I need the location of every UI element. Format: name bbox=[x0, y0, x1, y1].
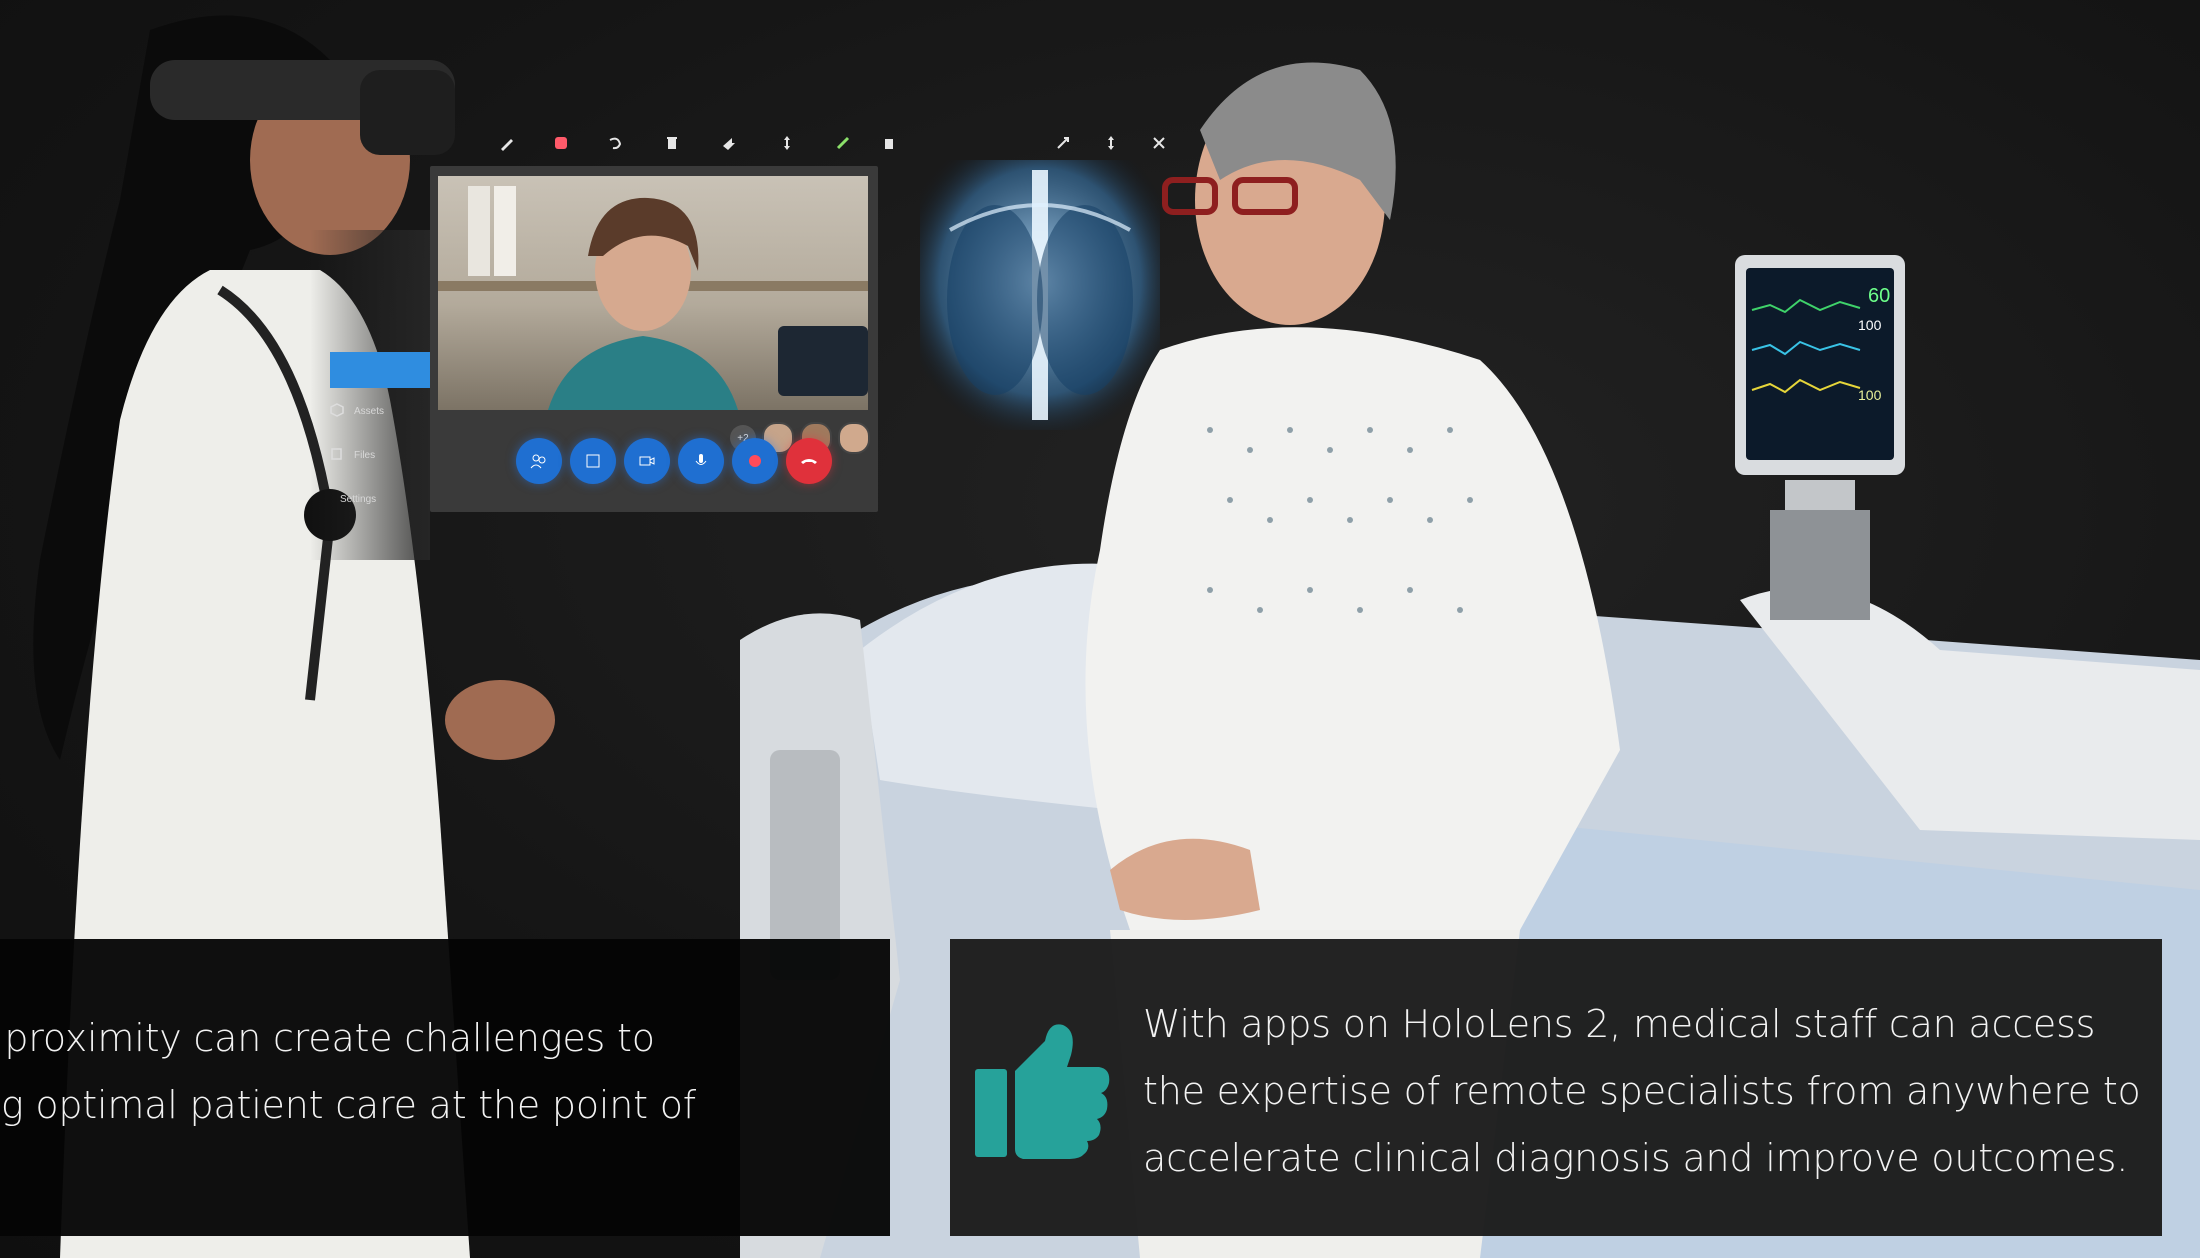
files-icon bbox=[330, 447, 344, 464]
microphone-icon[interactable] bbox=[678, 438, 724, 484]
record-icon[interactable] bbox=[544, 126, 578, 160]
close-icon[interactable] bbox=[1142, 126, 1176, 160]
cube-icon bbox=[330, 402, 344, 420]
caption-panel-right: With apps on HoloLens 2, medical staff c… bbox=[950, 939, 2162, 1236]
caption-panel-left: ical proximity can create challenges to … bbox=[0, 939, 890, 1236]
avatar[interactable] bbox=[838, 422, 870, 454]
caption-left-text: ical proximity can create challenges to … bbox=[0, 1016, 696, 1127]
sidebar-item-settings[interactable]: Settings bbox=[330, 486, 440, 512]
holo-sidebar: Assets Files Settings bbox=[310, 230, 442, 560]
monitor-reading-spo2: 100 bbox=[1858, 317, 1882, 333]
pin-icon[interactable] bbox=[826, 126, 860, 160]
move-icon[interactable] bbox=[1094, 126, 1128, 160]
sidebar-active-indicator bbox=[330, 352, 442, 388]
end-call-icon[interactable] bbox=[786, 438, 832, 484]
arrow-icon[interactable] bbox=[712, 126, 746, 160]
sidebar-item-label: Assets bbox=[354, 405, 385, 417]
undo-icon[interactable] bbox=[598, 126, 632, 160]
sidebar-item-label: Files bbox=[354, 449, 376, 461]
holographic-call-window: Assets Files Settings +2 bbox=[310, 120, 1190, 560]
sidebar-item-files[interactable]: Files bbox=[330, 442, 440, 468]
expand-icon[interactable] bbox=[1046, 126, 1080, 160]
vital-signs-monitor: 60 100 100 bbox=[1735, 255, 1905, 620]
monitor-reading-heart-rate: 60 bbox=[1868, 285, 1890, 307]
call-controls bbox=[516, 438, 832, 484]
camera-icon[interactable] bbox=[624, 438, 670, 484]
remote-specialist-video bbox=[438, 176, 868, 410]
pen-icon[interactable] bbox=[490, 126, 524, 160]
move-icon[interactable] bbox=[770, 126, 804, 160]
screen-share-icon[interactable] bbox=[570, 438, 616, 484]
record-icon[interactable] bbox=[732, 438, 778, 484]
sidebar-item-label: Settings bbox=[340, 493, 377, 505]
delete-icon[interactable] bbox=[655, 126, 689, 160]
sidebar-item-assets[interactable]: Assets bbox=[330, 398, 440, 424]
monitor-reading-pressure: 100 bbox=[1858, 387, 1882, 403]
caption-right-text: With apps on HoloLens 2, medical staff c… bbox=[1143, 1002, 2141, 1180]
hero-scene: 60 100 100 Assets Files Settings +2 prox… bbox=[0, 0, 2200, 1258]
holo-toolbar bbox=[490, 120, 1010, 164]
thumbs-up-icon bbox=[975, 1024, 1110, 1159]
participants-icon[interactable] bbox=[516, 438, 562, 484]
trash-icon[interactable] bbox=[872, 126, 906, 160]
